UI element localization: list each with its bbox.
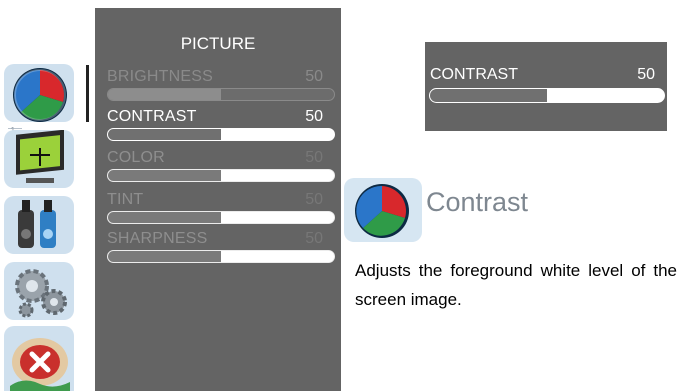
- brightness-label: BRIGHTNESS: [107, 68, 214, 85]
- settings-gears-icon: [15, 269, 67, 318]
- contrast-label: CONTRAST: [107, 108, 197, 125]
- contrast-slider-fill: [108, 129, 221, 140]
- color-slider[interactable]: [107, 169, 335, 182]
- audio-speakers-icon: [18, 200, 56, 248]
- picture-menu-panel: PICTURE BRIGHTNESS 50 CONTRAST 50 COLOR …: [95, 8, 341, 391]
- screen-tile[interactable]: [4, 130, 74, 188]
- menu-item-brightness[interactable]: BRIGHTNESS 50: [107, 68, 337, 112]
- contrast-adjust-preview: CONTRAST 50: [425, 42, 667, 131]
- selected-indicator: [86, 65, 89, 122]
- color-value: 50: [305, 149, 323, 166]
- help-title: Contrast: [426, 187, 529, 217]
- picture-color-wheel-icon: [13, 68, 67, 122]
- color-label: COLOR: [107, 149, 165, 166]
- brightness-value: 50: [305, 68, 323, 85]
- menu-item-sharpness[interactable]: SHARPNESS 50: [107, 230, 337, 274]
- tint-label: TINT: [107, 191, 144, 208]
- brightness-slider-fill: [108, 89, 221, 100]
- preview-slider[interactable]: [429, 88, 665, 103]
- screen-position-icon: [16, 130, 64, 183]
- menu-item-color[interactable]: COLOR 50: [107, 149, 337, 193]
- sharpness-label: SHARPNESS: [107, 230, 208, 247]
- menu-item-contrast[interactable]: CONTRAST 50: [107, 108, 337, 152]
- picture-tile[interactable]: [4, 64, 74, 122]
- menu-item-tint[interactable]: TINT 50: [107, 191, 337, 235]
- tint-slider[interactable]: [107, 211, 335, 224]
- preview-label: CONTRAST: [430, 66, 518, 83]
- contrast-value: 50: [305, 108, 323, 125]
- contrast-slider[interactable]: [107, 128, 335, 141]
- exit-icon: [10, 338, 70, 391]
- tint-value: 50: [305, 191, 323, 208]
- preview-slider-fill: [430, 89, 547, 102]
- color-slider-fill: [108, 170, 221, 181]
- contrast-color-wheel-icon: [344, 178, 422, 242]
- brightness-slider[interactable]: [107, 88, 335, 101]
- tint-slider-fill: [108, 212, 221, 223]
- sharpness-slider[interactable]: [107, 250, 335, 263]
- sharpness-slider-fill: [108, 251, 221, 262]
- settings-tile[interactable]: [4, 262, 74, 320]
- audio-tile[interactable]: [4, 196, 74, 254]
- preview-value: 50: [637, 66, 655, 83]
- exit-tile[interactable]: [4, 326, 74, 391]
- help-description: Adjusts the foreground white level of th…: [355, 261, 677, 309]
- sharpness-value: 50: [305, 230, 323, 247]
- menu-title: PICTURE: [180, 34, 256, 53]
